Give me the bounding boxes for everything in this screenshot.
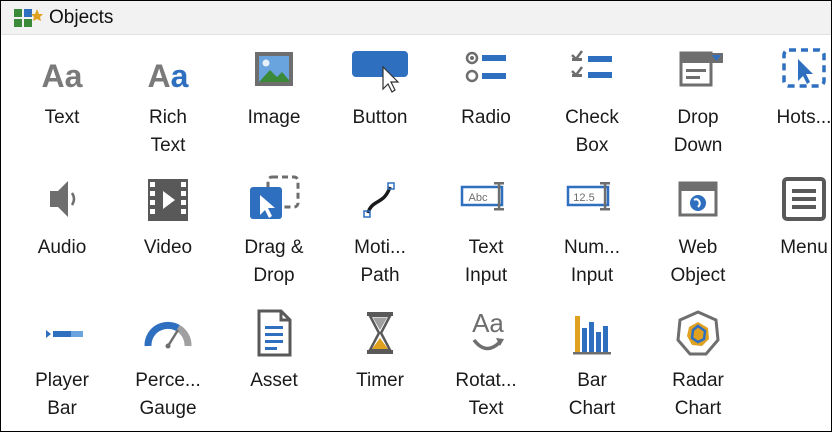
dropdown-icon: [668, 45, 728, 99]
object-item-drop-down[interactable]: Drop Down: [645, 35, 751, 156]
bar-chart-icon: [562, 308, 622, 362]
hotspot-icon: [774, 45, 831, 99]
document-icon: [244, 308, 304, 362]
object-item-rich-text[interactable]: Aa Rich Text: [115, 35, 221, 156]
object-item-rotating-text[interactable]: Aa Rotat... Text: [433, 298, 539, 419]
object-item-timer[interactable]: Timer: [327, 298, 433, 416]
film-icon: [138, 175, 198, 229]
panel-title: Objects: [49, 6, 114, 28]
objects-grid: Aa Text Aa Rich Text Image Button Radio …: [1, 35, 831, 431]
object-label: Player Bar: [35, 370, 89, 419]
menu-icon: [774, 175, 831, 229]
checkbox-icon: [562, 45, 622, 99]
object-label: Check Box: [565, 107, 619, 156]
object-label: Drag & Drop: [244, 237, 304, 286]
object-item-web-object[interactable]: Web Object: [645, 165, 751, 286]
object-item-text[interactable]: Aa Text: [9, 35, 115, 153]
rotating-text-icon: Aa: [456, 308, 516, 362]
object-item-hotspot[interactable]: Hots...: [751, 35, 832, 153]
text-input-icon: Abc: [456, 175, 516, 229]
object-label: Bar Chart: [568, 370, 616, 419]
object-label: Moti... Path: [354, 237, 406, 286]
player-bar-icon: [32, 308, 92, 362]
object-label: Image: [247, 107, 301, 128]
object-item-percent-gauge[interactable]: Perce... Gauge: [115, 298, 221, 419]
object-item-check-box[interactable]: Check Box: [539, 35, 645, 156]
numeric-input-icon: 12.5: [562, 175, 622, 229]
objects-panel-icon: [13, 8, 43, 28]
object-item-image[interactable]: Image: [221, 35, 327, 153]
object-label: Rotat... Text: [455, 370, 517, 419]
drag-drop-icon: [244, 175, 304, 229]
image-icon: [244, 45, 304, 99]
object-item-bar-chart[interactable]: Bar Chart: [539, 298, 645, 419]
object-item-button[interactable]: Button: [327, 35, 433, 153]
object-item-player-bar[interactable]: Player Bar: [9, 298, 115, 419]
object-item-motion-path[interactable]: Moti... Path: [327, 165, 433, 286]
button-icon: [350, 45, 410, 99]
object-label: Perce... Gauge: [135, 370, 201, 419]
svg-text:Abc: Abc: [469, 192, 488, 204]
object-label: Asset: [250, 370, 298, 391]
object-item-numeric-input[interactable]: 12.5 Num... Input: [539, 165, 645, 286]
object-item-asset[interactable]: Asset: [221, 298, 327, 416]
object-label: Radar Chart: [672, 370, 724, 419]
object-label: Button: [352, 107, 408, 128]
globe-window-icon: [668, 175, 728, 229]
object-label: Hots...: [776, 107, 832, 128]
object-item-drag-drop[interactable]: Drag & Drop: [221, 165, 327, 286]
object-label: Num... Input: [564, 237, 620, 286]
object-label: Web Object: [670, 237, 726, 286]
svg-text:12.5: 12.5: [573, 192, 594, 204]
object-label: Radio: [461, 107, 511, 128]
speaker-icon: [32, 175, 92, 229]
hourglass-icon: [350, 308, 410, 362]
radio-icon: [456, 45, 516, 99]
svg-text:Aa: Aa: [42, 58, 83, 94]
radar-chart-icon: [668, 308, 728, 362]
object-item-audio[interactable]: Audio: [9, 165, 115, 283]
object-label: Timer: [356, 370, 404, 391]
object-label: Audio: [37, 237, 87, 258]
object-item-radio[interactable]: Radio: [433, 35, 539, 153]
panel-titlebar: Objects: [1, 1, 831, 35]
object-label: Video: [143, 237, 193, 258]
motion-path-icon: [350, 175, 410, 229]
object-item-radar-chart[interactable]: Radar Chart: [645, 298, 751, 419]
text-aa-icon: Aa: [32, 45, 92, 99]
object-label: Rich Text: [148, 107, 187, 156]
svg-text:Aa: Aa: [472, 308, 504, 338]
object-label: Text: [44, 107, 80, 128]
svg-text:Aa: Aa: [148, 58, 189, 94]
object-label: Drop Down: [673, 107, 723, 156]
object-item-video[interactable]: Video: [115, 165, 221, 283]
rich-text-aa-icon: Aa: [138, 45, 198, 99]
object-item-text-input[interactable]: Abc Text Input: [433, 165, 539, 286]
object-item-menu[interactable]: Menu: [751, 165, 831, 283]
object-label: Text Input: [464, 237, 508, 286]
objects-panel: Objects Aa Text Aa Rich Text Image Butto…: [0, 0, 832, 432]
object-label: Menu: [780, 237, 828, 258]
gauge-icon: [138, 308, 198, 362]
